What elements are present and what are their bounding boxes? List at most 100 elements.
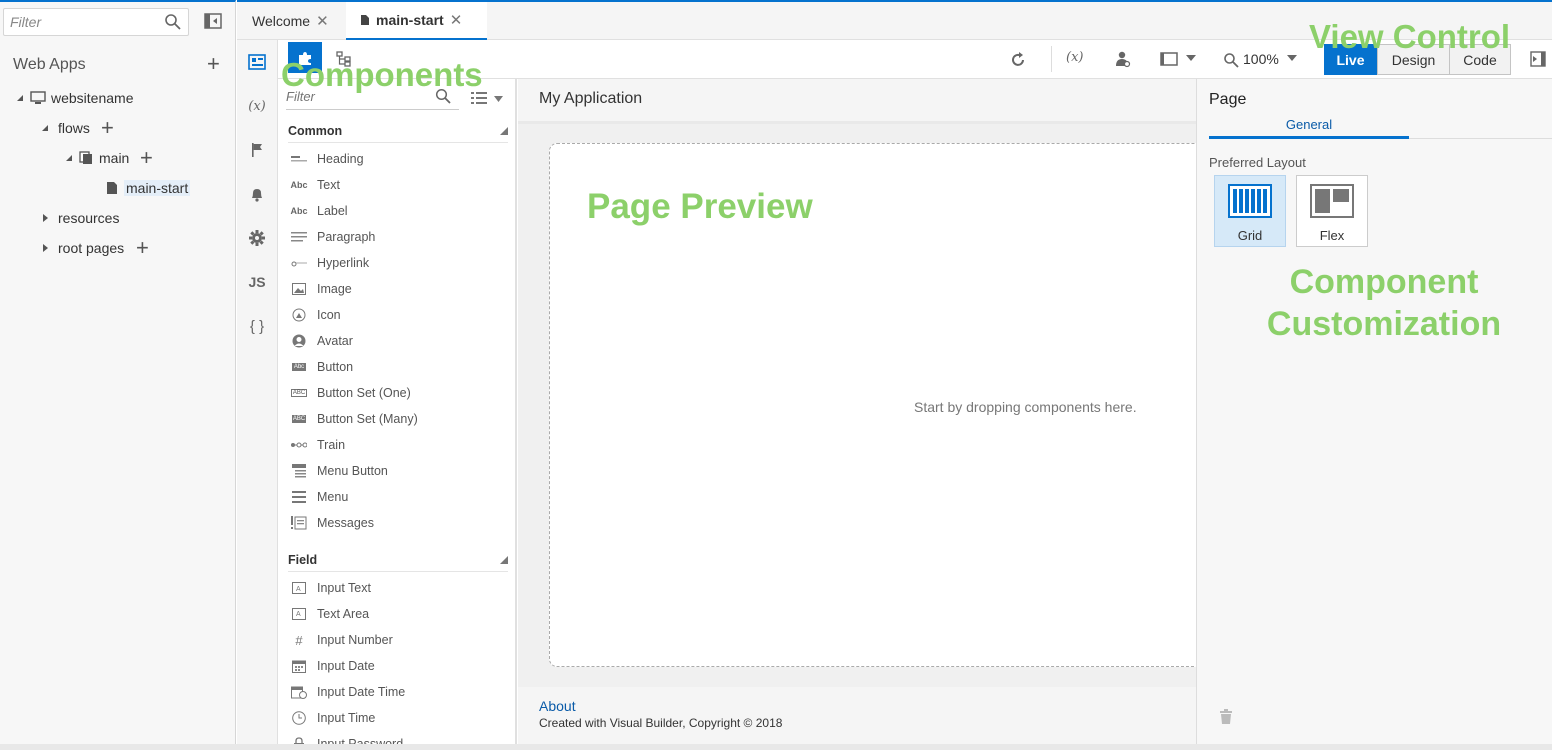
variables-icon[interactable]: (x) <box>245 94 269 118</box>
tree-item-label: websitename <box>51 90 134 106</box>
app-footer: About Created with Visual Builder, Copyr… <box>518 687 1196 744</box>
menu-button-icon <box>290 464 308 478</box>
tree-item-flows[interactable]: flows <box>40 120 90 136</box>
messages-icon <box>290 516 308 530</box>
settings-gear-icon[interactable] <box>245 226 269 250</box>
flow-icon <box>79 151 93 165</box>
avatar-icon <box>290 334 308 348</box>
footer-copyright: Created with Visual Builder, Copyright ©… <box>539 716 783 730</box>
page-canvas[interactable]: My Application Start by dropping compone… <box>518 79 1209 744</box>
collapse-category-icon[interactable] <box>500 556 508 564</box>
palette-item-button-set-one[interactable]: ABC Button Set (One) <box>290 386 411 400</box>
palette-item-paragraph[interactable]: Paragraph <box>290 230 375 244</box>
collapsed-triangle-icon[interactable] <box>40 243 50 253</box>
add-root-page-icon[interactable]: + <box>136 237 149 259</box>
tree-item-main[interactable]: main <box>64 150 129 166</box>
input-date-time-icon <box>290 685 308 699</box>
collapse-panel-icon[interactable] <box>204 12 222 30</box>
close-icon[interactable]: ✕ <box>316 12 329 30</box>
flex-layout-icon <box>1310 184 1354 218</box>
palette-item-input-password[interactable]: Input Password <box>290 737 403 744</box>
chevron-down-icon[interactable] <box>1186 55 1196 62</box>
zoom-level[interactable]: 100% <box>1243 51 1279 67</box>
palette-item-label: Train <box>317 438 346 452</box>
palette-item-heading[interactable]: Heading <box>290 152 364 166</box>
chevron-down-icon[interactable] <box>1287 55 1297 62</box>
tree-item-resources[interactable]: resources <box>40 210 119 226</box>
input-date-icon <box>290 659 308 673</box>
palette-item-label: Input Date Time <box>317 685 406 699</box>
javascript-icon[interactable]: JS <box>245 270 269 294</box>
palette-item-label: Image <box>317 282 352 296</box>
properties-title: Page <box>1209 91 1247 108</box>
user-role-icon[interactable] <box>1115 50 1131 68</box>
palette-item-text[interactable]: Abc Text <box>290 178 340 192</box>
palette-item-input-text[interactable]: A Input Text <box>290 581 371 595</box>
palette-item-label: Text <box>317 178 340 192</box>
palette-item-label: Input Time <box>317 711 376 725</box>
button-set-one-icon: ABC <box>290 389 308 397</box>
palette-item-input-date-time[interactable]: Input Date Time <box>290 685 405 699</box>
bell-icon[interactable] <box>245 182 269 206</box>
collapse-category-icon[interactable] <box>500 127 508 135</box>
palette-item-train[interactable]: Train <box>290 438 345 452</box>
json-icon[interactable]: { } <box>245 314 269 338</box>
page-variables-icon[interactable]: (x) <box>1066 50 1083 65</box>
palette-item-label: Button Set (One) <box>317 386 411 400</box>
layout-flex-button[interactable]: Flex <box>1296 175 1368 247</box>
palette-item-avatar[interactable]: Avatar <box>290 334 353 348</box>
palette-item-input-number[interactable]: # Input Number <box>290 633 392 648</box>
tab-general[interactable]: General <box>1209 117 1409 139</box>
tab-welcome[interactable]: Welcome ✕ <box>238 2 344 40</box>
palette-category-field[interactable]: Field <box>288 553 508 572</box>
collapsed-triangle-icon[interactable] <box>40 213 50 223</box>
palette-item-button[interactable]: Abc Button <box>290 360 353 374</box>
palette-item-button-set-many[interactable]: ABC Button Set (Many) <box>290 412 418 426</box>
palette-item-label: Menu <box>317 490 349 504</box>
palette-item-icon[interactable]: Icon <box>290 308 341 322</box>
image-icon <box>290 282 308 296</box>
tree-item-root-pages[interactable]: root pages <box>40 240 124 256</box>
palette-item-label[interactable]: Abc Label <box>290 204 347 218</box>
palette-item-label: Messages <box>317 516 374 530</box>
palette-category-common[interactable]: Common <box>288 124 508 143</box>
palette-item-menu-button[interactable]: Menu Button <box>290 464 388 478</box>
palette-item-messages[interactable]: Messages <box>290 516 374 530</box>
close-icon[interactable]: ✕ <box>450 11 463 29</box>
palette-item-label: Hyperlink <box>317 256 370 270</box>
search-icon[interactable] <box>164 13 182 31</box>
status-strip <box>0 744 1552 750</box>
zoom-icon[interactable] <box>1223 52 1239 68</box>
about-link[interactable]: About <box>539 698 576 714</box>
tree-item-label: main <box>99 150 130 166</box>
train-icon <box>290 438 308 452</box>
add-page-icon[interactable]: + <box>140 147 153 169</box>
flag-icon[interactable] <box>245 138 269 162</box>
add-flow-icon[interactable]: + <box>101 117 114 139</box>
monitor-icon <box>30 91 46 105</box>
palette-item-hyperlink[interactable]: Hyperlink <box>290 256 369 270</box>
palette-item-input-date[interactable]: Input Date <box>290 659 375 673</box>
input-time-icon <box>290 711 308 725</box>
refresh-icon[interactable] <box>1009 51 1027 69</box>
chevron-down-icon[interactable] <box>494 96 503 102</box>
device-size-icon[interactable] <box>1160 52 1178 66</box>
page-designer-icon[interactable] <box>245 50 269 74</box>
expanded-triangle-icon[interactable] <box>15 93 25 103</box>
palette-item-label: Heading <box>317 152 364 166</box>
palette-item-input-time[interactable]: Input Time <box>290 711 375 725</box>
tree-item-app[interactable]: websitename <box>15 90 134 106</box>
palette-item-image[interactable]: Image <box>290 282 352 296</box>
expanded-triangle-icon[interactable] <box>64 153 74 163</box>
tab-main-start[interactable]: main-start ✕ <box>346 2 487 40</box>
trash-icon[interactable] <box>1219 709 1233 725</box>
palette-item-menu[interactable]: Menu <box>290 490 348 504</box>
collapse-properties-icon[interactable] <box>1530 51 1546 67</box>
palette-item-text-area[interactable]: A Text Area <box>290 607 369 621</box>
add-web-app-icon[interactable]: + <box>207 53 220 75</box>
navigator-filter[interactable] <box>3 8 189 36</box>
layout-grid-button[interactable]: Grid <box>1214 175 1286 247</box>
tree-item-main-start[interactable]: main-start <box>106 180 191 196</box>
navigator-filter-input[interactable] <box>4 9 154 35</box>
expanded-triangle-icon[interactable] <box>40 123 50 133</box>
